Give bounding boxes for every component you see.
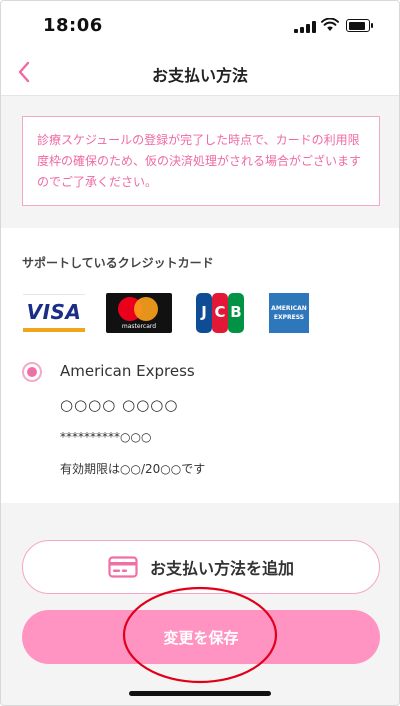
- home-indicator[interactable]: [129, 691, 271, 696]
- mastercard-logo-text: mastercard: [121, 323, 157, 330]
- save-changes-button[interactable]: 変更を保存: [22, 610, 380, 664]
- amex-logo-line2: EXPRESS: [273, 314, 305, 321]
- add-payment-method-label: お支払い方法を追加: [149, 559, 294, 578]
- notice-box: 診療スケジュールの登録が完了した時点で、カードの利用限度枠の確保のため、仮の決済…: [22, 116, 380, 206]
- mastercard-logo: mastercard: [106, 293, 172, 333]
- visa-logo: VISA: [23, 294, 85, 332]
- cellular-signal-icon: [294, 21, 316, 33]
- amex-logo-line1: AMERICAN: [271, 305, 307, 312]
- page-title: お支払い方法: [151, 66, 248, 85]
- wifi-icon: [321, 18, 339, 31]
- credit-card-icon: [108, 556, 138, 578]
- supported-cards-heading: サポートしているクレジットカード: [22, 256, 214, 270]
- status-bar: 18:06: [1, 1, 399, 51]
- visa-logo-text: VISA: [26, 300, 82, 324]
- jcb-letter-c: C: [214, 303, 226, 321]
- app-frame: 18:06 お支払い方法 診療スケジュールの登録が完了した時点で、カードの利用限…: [0, 0, 400, 706]
- navigation-bar: お支払い方法: [1, 51, 399, 96]
- add-payment-method-button[interactable]: お支払い方法を追加: [22, 540, 380, 594]
- jcb-letter-b: B: [230, 303, 242, 321]
- card-brand[interactable]: American Express: [60, 362, 195, 380]
- save-changes-label: 変更を保存: [163, 628, 239, 647]
- jcb-letter-j: J: [201, 303, 207, 321]
- card-expiry: 有効期限は○○/20○○です: [60, 462, 206, 476]
- status-time: 18:06: [43, 15, 103, 36]
- jcb-logo: J C B: [196, 293, 244, 333]
- amex-logo: AMERICAN EXPRESS: [269, 293, 309, 333]
- card-section: サポートしているクレジットカード VISA mastercard J C B A…: [1, 228, 399, 503]
- battery-icon: [346, 19, 373, 32]
- card-holder-name: ○○○○ ○○○○: [60, 396, 179, 414]
- notice-text: 診療スケジュールの登録が完了した時点で、カードの利用限度枠の確保のため、仮の決済…: [37, 133, 362, 189]
- card-number: **********○○○: [60, 430, 152, 444]
- card-radio-selected[interactable]: [22, 362, 42, 382]
